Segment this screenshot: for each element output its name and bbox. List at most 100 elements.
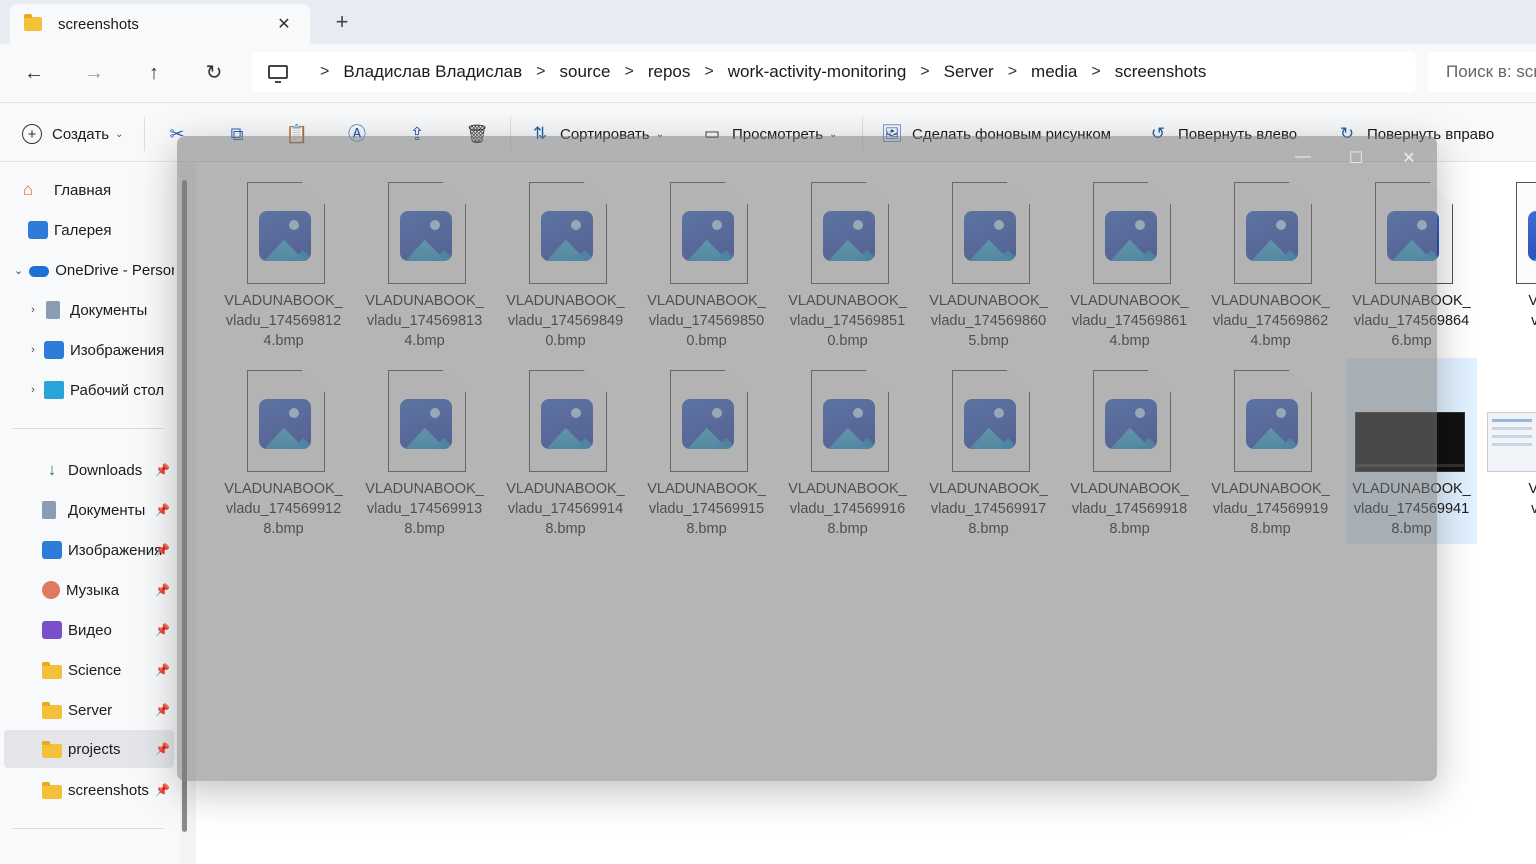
chevron-right-icon[interactable]: > (625, 63, 634, 81)
pin-icon[interactable]: 📌 (155, 663, 170, 677)
chevron-down-icon[interactable]: ⌄ (14, 264, 23, 277)
sidebar-item-label: Downloads (68, 461, 143, 479)
sidebar-item-screenshots[interactable]: screenshots 📌 (4, 772, 174, 808)
sidebar-item-pictures[interactable]: Изображения 📌 (4, 532, 174, 568)
sidebar-item-videos[interactable]: Видео 📌 (4, 612, 174, 648)
pictures-icon (44, 341, 64, 359)
folder-icon (42, 741, 62, 758)
tab-screenshots[interactable]: screenshots ✕ (10, 4, 310, 44)
window-drag-overlay: — ☐ ✕ (177, 136, 1437, 781)
chevron-right-icon[interactable]: › (26, 304, 40, 316)
gallery-icon (28, 221, 48, 239)
breadcrumb-repos[interactable]: repos (648, 62, 691, 82)
breadcrumb-source[interactable]: source (559, 62, 610, 82)
chevron-right-icon[interactable]: > (1008, 63, 1017, 81)
tab-strip: screenshots ✕ + (0, 0, 1536, 44)
back-button[interactable]: ← (18, 58, 50, 88)
chevron-down-icon: ⌄ (115, 128, 124, 140)
breadcrumb-screenshots[interactable]: screenshots (1115, 62, 1207, 82)
sidebar-item-home[interactable]: ⌂ Главная (4, 172, 174, 208)
breadcrumb-server[interactable]: Server (944, 62, 994, 82)
chevron-right-icon[interactable]: > (704, 63, 713, 81)
sidebar-item-onedrive[interactable]: ⌄ OneDrive - Personal (4, 252, 174, 288)
sidebar-item-od-desktop[interactable]: › Рабочий стол (4, 372, 174, 408)
desktop-icon (44, 381, 64, 399)
close-tab-button[interactable]: ✕ (272, 14, 296, 34)
chevron-right-icon[interactable]: › (26, 344, 40, 356)
sidebar-item-label: Server (68, 701, 113, 719)
sidebar-item-gallery[interactable]: Галерея (4, 212, 174, 248)
sidebar-item-label: Изображения (70, 341, 165, 359)
sidebar-item-science[interactable]: Science 📌 (4, 652, 174, 688)
forward-button[interactable]: → (78, 58, 110, 88)
sidebar-item-label: screenshots (68, 781, 149, 799)
navigation-bar: ← → ↑ ↻ > Владислав Владислав > source >… (0, 44, 1536, 102)
create-button[interactable]: + Создать ⌄ (22, 121, 123, 147)
file-name: VLADU vladu_ 0 (1528, 293, 1536, 329)
this-pc-icon[interactable] (268, 65, 288, 83)
home-icon: ⌂ (22, 180, 34, 199)
folder-icon (42, 662, 62, 679)
tab-title: screenshots (58, 15, 139, 33)
sidebar-item-label: Музыка (66, 581, 120, 599)
document-icon (46, 301, 60, 319)
minimize-icon: — (1295, 148, 1311, 165)
chevron-right-icon[interactable]: > (320, 63, 329, 81)
sidebar-item-label: Главная (54, 181, 112, 199)
address-bar[interactable]: > Владислав Владислав > source > repos >… (252, 52, 1416, 92)
sidebar-item-projects[interactable]: projects 📌 (4, 730, 174, 768)
create-label: Создать (52, 125, 110, 143)
sidebar-item-label: Документы (68, 501, 146, 519)
sidebar-item-label: Документы (70, 301, 148, 319)
maximize-icon: ☐ (1348, 150, 1364, 167)
folder-icon (42, 702, 62, 719)
pin-icon[interactable]: 📌 (155, 543, 170, 557)
image-icon (1528, 211, 1536, 261)
new-tab-button[interactable]: + (330, 10, 354, 34)
folder-icon (42, 782, 62, 799)
sidebar-item-downloads[interactable]: ↓ Downloads 📌 (4, 452, 174, 488)
download-icon: ↓ (47, 460, 57, 479)
image-thumbnail (1487, 412, 1536, 472)
pictures-icon (42, 541, 62, 559)
refresh-button[interactable]: ↻ (198, 58, 230, 88)
pin-icon[interactable]: 📌 (155, 503, 170, 517)
breadcrumb-project[interactable]: work-activity-monitoring (728, 62, 907, 82)
chevron-right-icon[interactable]: > (536, 63, 545, 81)
video-icon (42, 621, 62, 639)
navigation-pane: ⌂ Главная Галерея ⌄ OneDrive - Personal … (0, 162, 180, 864)
chevron-right-icon[interactable]: › (26, 384, 40, 396)
breadcrumb-media[interactable]: media (1031, 62, 1077, 82)
search-input[interactable]: Поиск в: screenshots (1428, 52, 1536, 92)
chevron-right-icon[interactable]: > (920, 63, 929, 81)
document-icon (42, 501, 56, 519)
pin-icon[interactable]: 📌 (155, 783, 170, 797)
sidebar-item-documents[interactable]: Документы 📌 (4, 492, 174, 528)
sidebar-item-label: Видео (68, 621, 112, 639)
sidebar-item-music[interactable]: Музыка 📌 (4, 572, 174, 608)
up-button[interactable]: ↑ (138, 58, 170, 88)
pin-icon[interactable]: 📌 (155, 463, 170, 477)
pin-icon[interactable]: 📌 (155, 703, 170, 717)
sidebar-item-label: OneDrive - Personal (55, 261, 174, 279)
file-name: VLADU vladu_ 8 (1528, 481, 1536, 517)
pin-icon[interactable]: 📌 (155, 623, 170, 637)
sidebar-item-od-documents[interactable]: › Документы (4, 292, 174, 328)
pin-icon[interactable]: 📌 (155, 583, 170, 597)
sidebar-item-label: Галерея (54, 221, 112, 239)
close-icon: ✕ (1402, 150, 1416, 167)
divider (12, 428, 164, 429)
sidebar-item-server[interactable]: Server 📌 (4, 692, 174, 728)
divider (144, 117, 145, 151)
sidebar-item-od-pictures[interactable]: › Изображения (4, 332, 174, 368)
cloud-icon (29, 265, 50, 277)
sidebar-item-label: Рабочий стол (70, 381, 165, 399)
plus-circle-icon: + (22, 124, 42, 144)
chevron-right-icon[interactable]: > (1091, 63, 1100, 81)
sidebar-item-label: projects (68, 740, 121, 758)
file-item[interactable]: VLADU vladu_ 0 (1487, 170, 1536, 356)
file-item[interactable]: VLADU vladu_ 8 (1487, 358, 1536, 544)
pin-icon[interactable]: 📌 (155, 742, 170, 756)
sidebar-item-label: Science (68, 661, 122, 679)
breadcrumb-user[interactable]: Владислав Владислав (343, 62, 522, 82)
